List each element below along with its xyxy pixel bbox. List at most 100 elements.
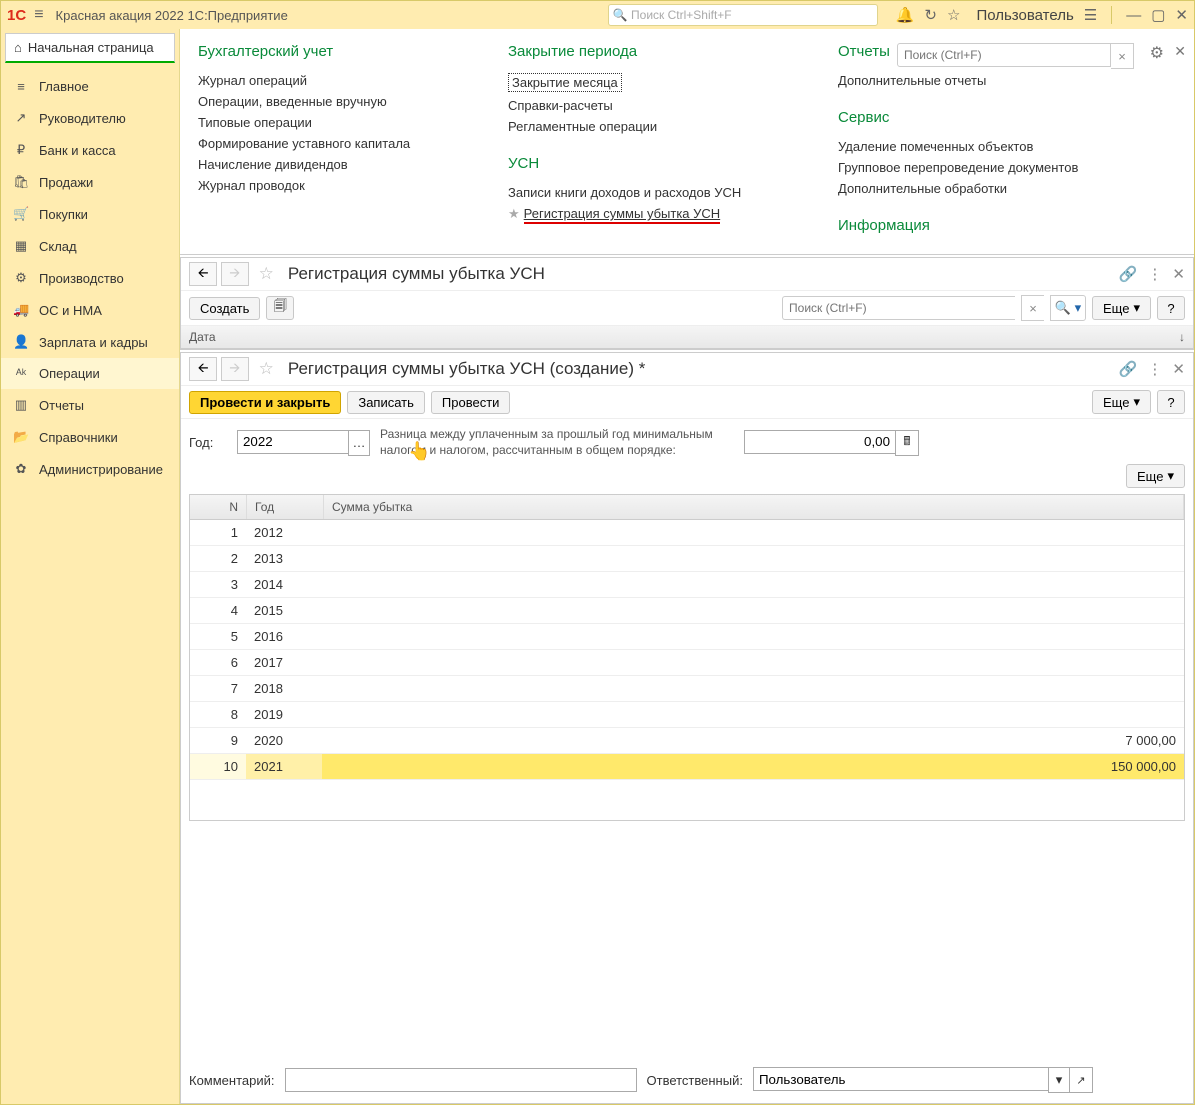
maximize-icon[interactable]: ▢ [1151,6,1165,24]
nav-item-2[interactable]: ₽Банк и касса [1,134,179,166]
nav-item-3[interactable]: 🛍Продажи [1,166,179,198]
func-search-input[interactable] [897,43,1111,67]
post-button[interactable]: Провести [431,391,511,414]
func-close-icon[interactable]: ✕ [1174,43,1186,60]
func-link-add-proc[interactable]: Дополнительные обработки [838,178,1118,199]
nav-item-12[interactable]: ✿Администрирование [1,453,179,485]
star-icon[interactable]: ☆ [947,6,960,24]
main-menu-icon[interactable]: ≡ [34,6,43,24]
pane-close-icon[interactable]: ✕ [1172,360,1185,378]
cell-year: 2012 [246,520,322,545]
nav-label: Покупки [39,207,88,222]
form-more-button[interactable]: Еще ▾ [1092,390,1151,414]
close-icon[interactable]: ✕ [1175,6,1188,24]
nav-label: Банк и касса [39,143,116,158]
grid-more-button[interactable]: Еще ▾ [1126,464,1185,488]
copy-button[interactable]: 🗐 [266,296,294,320]
cell-n: 3 [190,572,246,597]
history-icon[interactable]: ↻ [924,6,937,24]
func-link-usn-loss[interactable]: ★Регистрация суммы убытка УСН [508,203,778,225]
create-button[interactable]: Создать [189,297,260,320]
nav-back-button[interactable]: 🡨 [189,262,217,286]
year-input[interactable] [237,430,348,454]
func-link-repost[interactable]: Групповое перепроведение документов [838,157,1118,178]
grid-row[interactable]: 42015 [190,598,1184,624]
post-close-button[interactable]: Провести и закрыть [189,391,341,414]
grid-row[interactable]: 12012 [190,520,1184,546]
resp-open-icon[interactable]: ↗ [1069,1067,1093,1093]
func-link[interactable]: Журнал проводок [198,175,448,196]
func-link[interactable]: Формирование уставного капитала [198,133,448,154]
func-search-clear[interactable]: × [1111,43,1134,69]
func-link[interactable]: Операции, введенные вручную [198,91,448,112]
fav-star-icon[interactable]: ☆ [259,264,274,284]
nav-item-10[interactable]: ▥Отчеты [1,389,179,421]
resp-dropdown-icon[interactable]: ▾ [1048,1067,1069,1093]
nav-item-0[interactable]: ≡Главное [1,71,179,102]
nav-icon: ✿ [13,461,29,477]
grid-row[interactable]: 52016 [190,624,1184,650]
func-link-usn-book[interactable]: Записи книги доходов и расходов УСН [508,182,778,203]
nav-icon: 📂 [13,429,29,445]
nav-item-1[interactable]: ↗Руководителю [1,102,179,134]
col-year[interactable]: Год [247,495,324,519]
grid-row[interactable]: 920207 000,00 [190,728,1184,754]
grid-row[interactable]: 82019 [190,702,1184,728]
func-link[interactable]: Начисление дивидендов [198,154,448,175]
list-search-clear[interactable]: × [1021,295,1044,321]
nav-item-5[interactable]: ▦Склад [1,230,179,262]
nav-fwd-button[interactable]: 🡪 [221,262,249,286]
func-link[interactable]: Типовые операции [198,112,448,133]
nav-fwd-button[interactable]: 🡪 [221,357,249,381]
func-link-regl[interactable]: Регламентные операции [508,116,778,137]
func-link-calc[interactable]: Справки-расчеты [508,95,778,116]
list-search-input[interactable] [782,296,1015,320]
resp-input[interactable] [753,1067,1048,1091]
func-link-close-month[interactable]: Закрытие месяца [508,70,778,95]
save-button[interactable]: Записать [347,391,425,414]
func-group-acc: Бухгалтерский учет [198,43,448,60]
year-select-button[interactable]: … [348,430,370,456]
grid-row[interactable]: 32014 [190,572,1184,598]
func-link-del-marked[interactable]: Удаление помеченных объектов [838,136,1118,157]
fav-star-icon[interactable]: ☆ [259,359,274,379]
nav-back-button[interactable]: 🡨 [189,357,217,381]
func-link-add-reports[interactable]: Дополнительные отчеты [838,70,1118,91]
comment-input[interactable] [285,1068,637,1092]
nav-item-7[interactable]: 🚚ОС и НМА [1,294,179,326]
more-menu-icon[interactable]: ⋮ [1147,360,1162,378]
bell-icon[interactable]: 🔔 [896,6,915,24]
global-search[interactable]: 🔍 Поиск Ctrl+Shift+F [608,4,878,26]
link-icon[interactable]: 🔗 [1119,360,1138,378]
nav-item-6[interactable]: ⚙Производство [1,262,179,294]
pane-close-icon[interactable]: ✕ [1172,265,1185,283]
diff-input[interactable] [744,430,895,454]
col-date-label[interactable]: Дата [189,330,216,344]
app-title: Красная акация 2022 1С:Предприятие [56,8,288,23]
calculator-icon[interactable]: 🖩 [895,430,919,456]
user-label[interactable]: Пользователь [976,7,1073,24]
list-more-button[interactable]: Еще ▾ [1092,296,1151,320]
start-page-tab[interactable]: ⌂ Начальная страница [5,33,175,63]
col-n[interactable]: N [190,495,247,519]
col-sum[interactable]: Сумма убытка [324,495,1184,519]
functions-panel: × ⚙ ✕ Бухгалтерский учет Журнал операций… [180,29,1194,255]
list-search-button[interactable]: 🔍 ▾ [1050,295,1086,321]
help-button[interactable]: ? [1157,390,1185,414]
more-menu-icon[interactable]: ⋮ [1147,265,1162,283]
grid-row[interactable]: 102021150 000,00 [190,754,1184,780]
func-link[interactable]: Журнал операций [198,70,448,91]
minimize-icon[interactable]: — [1126,7,1141,24]
nav-item-9[interactable]: ᴬᵏОперации [1,358,179,389]
grid-row[interactable]: 22013 [190,546,1184,572]
nav-item-4[interactable]: 🛒Покупки [1,198,179,230]
settings-icon[interactable]: ☰ [1084,6,1097,24]
help-button[interactable]: ? [1157,296,1185,320]
nav-item-8[interactable]: 👤Зарплата и кадры [1,326,179,358]
func-settings-icon[interactable]: ⚙ [1150,43,1164,63]
sort-indicator-icon[interactable]: ↓ [1179,330,1185,344]
grid-row[interactable]: 72018 [190,676,1184,702]
link-icon[interactable]: 🔗 [1119,265,1138,283]
grid-row[interactable]: 62017 [190,650,1184,676]
nav-item-11[interactable]: 📂Справочники [1,421,179,453]
